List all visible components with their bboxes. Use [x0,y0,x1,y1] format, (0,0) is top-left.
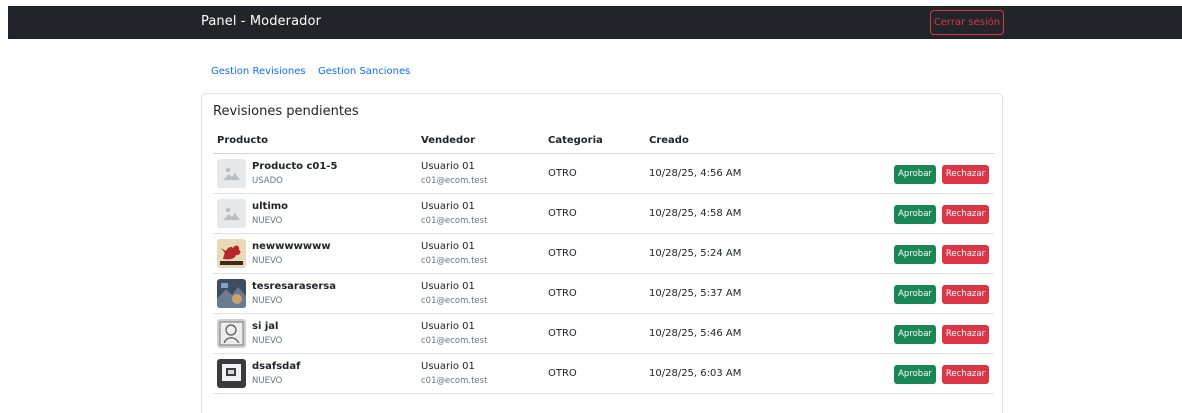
seller-name: Usuario 01 [421,321,475,332]
seller-email: c01@ecom.test [421,336,488,346]
app-title: Panel - Moderador [201,14,322,29]
product-name: dsafsdaf [252,361,301,372]
reject-button[interactable]: Rechazar [942,325,989,344]
reject-button[interactable]: Rechazar [942,285,989,304]
card-title: Revisiones pendientes [213,104,359,119]
seller-name: Usuario 01 [421,161,475,172]
seller-name: Usuario 01 [421,281,475,292]
category: OTRO [548,368,577,379]
seller-email: c01@ecom.test [421,256,488,266]
reject-button[interactable]: Rechazar [942,365,989,384]
created-date: 10/28/25, 6:03 AM [649,368,742,379]
seller-email: c01@ecom.test [421,296,488,306]
created-date: 10/28/25, 5:46 AM [649,328,742,339]
category: OTRO [548,168,577,179]
seller-name: Usuario 01 [421,361,475,372]
product-name: ultimo [252,201,289,212]
product-name: tesresarasersa [252,281,336,292]
column-header-producto: Producto [217,135,268,146]
product-name: si jal [252,321,279,332]
created-date: 10/28/25, 4:56 AM [649,168,742,179]
dragon-image [217,239,246,268]
tab-gestion-sanciones[interactable]: Gestion Sanciones [318,66,410,77]
reject-button[interactable]: Rechazar [942,205,989,224]
pending-reviews-card: Revisiones pendientes Producto Vendedor … [201,93,1003,413]
logout-button[interactable]: Cerrar sesión [930,10,1004,35]
created-date: 10/28/25, 5:37 AM [649,288,742,299]
table-row: dsafsdaf NUEVO Usuario 01 c01@ecom.test OTRO… [213,354,994,394]
photo-image [217,279,246,308]
category: OTRO [548,328,577,339]
sketch-image [217,319,246,348]
created-date: 10/28/25, 5:24 AM [649,248,742,259]
reject-button[interactable]: Rechazar [942,245,989,264]
approve-button[interactable]: Aprobar [894,325,936,344]
product-condition: NUEVO [252,376,283,386]
product-condition: NUEVO [252,216,283,226]
table-row: newwwwwww NUEVO Usuario 01 c01@ecom.test OTR… [213,234,994,274]
column-header-creado: Creado [649,135,689,146]
category: OTRO [548,288,577,299]
product-condition: NUEVO [252,256,283,266]
approve-button[interactable]: Aprobar [894,365,936,384]
placeholder-image-icon [217,199,246,228]
seller-email: c01@ecom.test [421,376,488,386]
reject-button[interactable]: Rechazar [942,165,989,184]
screen-image [217,359,246,388]
placeholder-image-icon [217,159,246,188]
category: OTRO [548,248,577,259]
product-condition: NUEVO [252,296,283,306]
approve-button[interactable]: Aprobar [894,205,936,224]
seller-email: c01@ecom.test [421,176,488,186]
seller-name: Usuario 01 [421,201,475,212]
top-navbar: Panel - Moderador Cerrar sesión [8,6,1182,39]
approve-button[interactable]: Aprobar [894,285,936,304]
table-row: si jal NUEVO Usuario 01 c01@ecom.test OTRO 10… [213,314,994,354]
approve-button[interactable]: Aprobar [894,165,936,184]
product-name: newwwwwww [252,241,331,252]
column-header-vendedor: Vendedor [421,135,475,146]
tab-gestion-revisiones[interactable]: Gestion Revisiones [211,66,306,77]
product-condition: USADO [252,176,283,186]
category: OTRO [548,208,577,219]
approve-button[interactable]: Aprobar [894,245,936,264]
table-row: ultimo NUEVO Usuario 01 c01@ecom.test OTRO 10… [213,194,994,234]
column-header-categoria: Categoria [548,135,603,146]
product-condition: NUEVO [252,336,283,346]
seller-name: Usuario 01 [421,241,475,252]
seller-email: c01@ecom.test [421,216,488,226]
product-name: Producto c01-5 [252,161,338,172]
table-row: tesresarasersa NUEVO Usuario 01 c01@ecom.te… [213,274,994,314]
created-date: 10/28/25, 4:58 AM [649,208,742,219]
table-row: Producto c01-5 USADO Usuario 01 c01@ecom.te… [213,154,994,194]
